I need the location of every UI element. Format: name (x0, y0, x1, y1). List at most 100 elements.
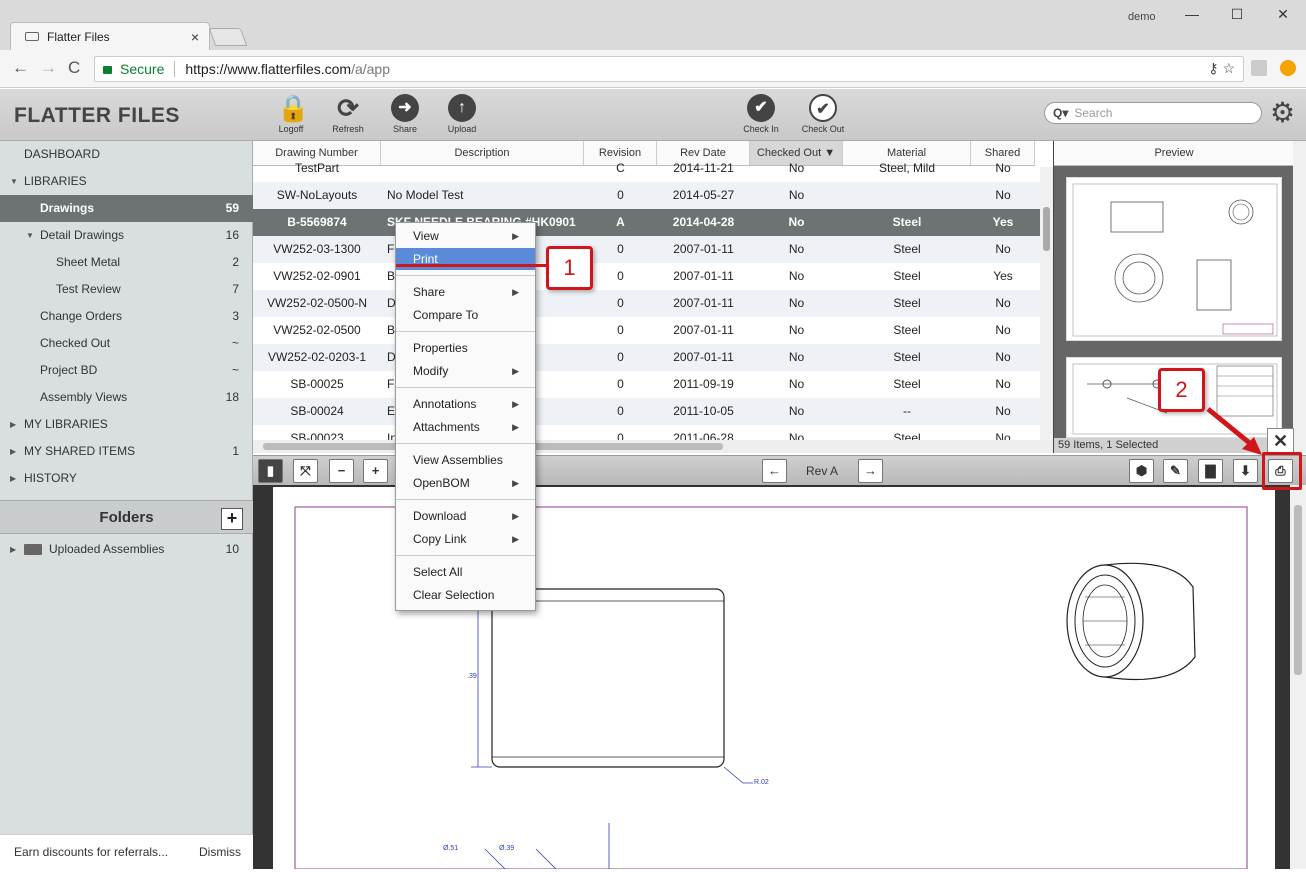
maximize-button[interactable]: ☐ (1222, 6, 1252, 23)
next-revision-button[interactable]: → (858, 459, 883, 483)
preview-thumbnail-selected[interactable] (1066, 177, 1282, 341)
sidebar-item-assembly-views[interactable]: Assembly Views 18 (0, 384, 253, 411)
dismiss-link[interactable]: Dismiss (199, 845, 241, 859)
folders-header: Folders + (0, 500, 253, 534)
collapse-triangle-icon[interactable]: ▶ (10, 438, 16, 465)
menu-item-copy-link[interactable]: Copy Link ▶ (396, 528, 535, 550)
gear-icon[interactable]: ⚙ (1270, 99, 1295, 127)
table-row[interactable]: SB-00025 F 0 2011-09-19 No Steel No (253, 371, 1040, 398)
drawings-table: Drawing Number Description Revision Rev … (253, 141, 1053, 453)
menu-item-clear-selection[interactable]: Clear Selection (396, 584, 535, 606)
collapse-triangle-icon[interactable]: ▶ (10, 536, 16, 563)
panel-toggle-button[interactable]: ▮ (258, 459, 283, 483)
cell-checked-out: No (788, 350, 805, 364)
expand-triangle-icon[interactable]: ▼ (10, 168, 18, 195)
cell-checked-out: No (788, 215, 805, 229)
menu-item-download[interactable]: Download ▶ (396, 505, 535, 527)
share-button[interactable]: ➜ Share (380, 94, 430, 134)
extension-orange-icon[interactable] (1280, 60, 1296, 76)
sidebar-item-libraries[interactable]: ▼ LIBRARIES (0, 168, 253, 195)
table-row[interactable]: SB-00024E er02011-10-05No--No (253, 398, 1040, 425)
check-out-button[interactable]: ✔ Check Out (798, 94, 848, 134)
menu-item-annotations[interactable]: Annotations ▶ (396, 393, 535, 415)
sidebar-item-my-libraries[interactable]: ▶ MY LIBRARIES (0, 411, 253, 438)
close-viewer-button[interactable]: ✕ (1267, 428, 1294, 455)
folder-item-uploaded-assemblies[interactable]: ▶ Uploaded Assemblies 10 (0, 536, 253, 563)
menu-item-view-assemblies[interactable]: View Assemblies (396, 449, 535, 471)
app-header: FLATTER FILES 🔒 Logoff ⟳ Refresh ➜ Share… (0, 89, 1306, 141)
reload-button[interactable]: C (68, 58, 80, 78)
upload-button[interactable]: ↑ Upload (437, 94, 487, 134)
fit-screen-button[interactable]: ⤧ (293, 459, 318, 483)
add-folder-button[interactable]: + (221, 508, 243, 530)
refresh-button[interactable]: ⟳ Refresh (323, 94, 373, 134)
profile-name[interactable]: demo (1128, 11, 1156, 23)
table-row[interactable]: VW252-02-0500-N D 0 2007-01-11 No Steel No (253, 290, 1040, 317)
annotate-button[interactable]: ✎ (1163, 459, 1188, 483)
viewer-scrollbar[interactable] (1290, 485, 1306, 869)
sidebar-item-change-orders[interactable]: Change Orders 3 (0, 303, 253, 330)
table-row-selected[interactable]: B-5569874SKF NEEDLE BEARING #HK0901A2014… (253, 209, 1040, 236)
menu-item-compare-to[interactable]: Compare To (396, 304, 535, 326)
check-in-icon: ✔ (747, 94, 775, 122)
browser-tab[interactable]: Flatter Files × (10, 22, 210, 50)
menu-item-select-all[interactable]: Select All (396, 561, 535, 583)
3d-model-button[interactable]: ⬢ (1129, 459, 1154, 483)
cell-material: Steel (892, 215, 922, 229)
close-window-button[interactable]: ✕ (1268, 6, 1298, 23)
menu-item-view[interactable]: View ▶ (396, 225, 535, 247)
zoom-out-button[interactable]: − (329, 459, 354, 483)
table-vertical-scrollbar[interactable] (1040, 167, 1053, 440)
forward-button[interactable]: → (40, 58, 57, 78)
new-tab-button[interactable] (208, 28, 248, 46)
collapse-triangle-icon[interactable]: ▶ (10, 411, 16, 438)
cell-material: Steel (893, 377, 921, 391)
expand-triangle-icon[interactable]: ▼ (26, 222, 34, 249)
count-badge: 3 (232, 309, 239, 323)
back-button[interactable]: ← (12, 58, 29, 78)
search-input[interactable]: Q▾ Search (1044, 102, 1262, 124)
sidebar-item-detail-drawings[interactable]: ▼ Detail Drawings 16 (0, 222, 253, 249)
table-row[interactable]: VW252-03-1300 F 0 2007-01-11 No Steel No (253, 236, 1040, 263)
extension-icon[interactable] (1251, 60, 1267, 76)
sidebar-item-dashboard[interactable]: DASHBOARD (0, 141, 253, 168)
menu-item-attachments[interactable]: Attachments ▶ (396, 416, 535, 438)
table-row[interactable]: VW252-02-0901 B 0 2007-01-11 No Steel Yes (253, 263, 1040, 290)
sidebar-item-history[interactable]: ▶ HISTORY (0, 465, 253, 492)
minimize-button[interactable]: — (1177, 6, 1207, 22)
page-scrollbar[interactable] (1293, 141, 1306, 453)
menu-item-modify[interactable]: Modify ▶ (396, 360, 535, 382)
previous-revision-button[interactable]: ← (762, 459, 787, 483)
url-field[interactable]: Secure https://www.flatterfiles.com/a/ap… (94, 56, 1244, 82)
cell-material: Steel (893, 323, 921, 337)
collapse-triangle-icon[interactable]: ▶ (10, 465, 16, 492)
table-row[interactable]: VW252-02-0500 B 0 2007-01-11 No Steel No (253, 317, 1040, 344)
dimension-height: .39 (467, 673, 477, 680)
logoff-button[interactable]: 🔒 Logoff (266, 94, 316, 134)
download-button[interactable]: ⬇ (1233, 459, 1258, 483)
tab-close-icon[interactable]: × (191, 29, 199, 45)
cell-drawing-number: VW252-02-0203-1 (267, 350, 367, 364)
referral-text[interactable]: Earn discounts for referrals... (14, 845, 168, 859)
menu-item-openbom[interactable]: OpenBOM ▶ (396, 472, 535, 494)
zoom-in-button[interactable]: + (363, 459, 388, 483)
callout-arrow-icon (1206, 407, 1262, 455)
table-row[interactable]: SW-NoLayouts No Model Test 0 2014-05-27 No No (253, 182, 1040, 209)
check-in-button[interactable]: ✔ Check In (736, 94, 786, 134)
document-button[interactable]: ▇ (1198, 459, 1223, 483)
table-horizontal-scrollbar[interactable] (253, 440, 1053, 453)
sidebar-item-my-shared-items[interactable]: ▶ MY SHARED ITEMS 1 (0, 438, 253, 465)
cell-revision: 0 (617, 269, 624, 283)
menu-item-share[interactable]: Share ▶ (396, 281, 535, 303)
sidebar-item-test-review[interactable]: Test Review 7 (0, 276, 253, 303)
sidebar-item-project-bd[interactable]: Project BD ~ (0, 357, 253, 384)
bookmark-star-icon[interactable]: ⚷ ☆ (1208, 60, 1235, 77)
cell-description: No Model Test (387, 188, 464, 202)
table-row[interactable]: VW252-02-0203-1 D 0 2007-01-11 No Steel No (253, 344, 1040, 371)
cell-drawing-number: SW-NoLayouts (276, 188, 358, 202)
sidebar-item-checked-out[interactable]: Checked Out ~ (0, 330, 253, 357)
menu-item-properties[interactable]: Properties (396, 337, 535, 359)
sidebar-item-sheet-metal[interactable]: Sheet Metal 2 (0, 249, 253, 276)
table-row[interactable]: TestPart C 2014-11-21 No Steel, Mild No (253, 155, 1040, 182)
sidebar-item-drawings[interactable]: Drawings 59 (0, 195, 253, 222)
